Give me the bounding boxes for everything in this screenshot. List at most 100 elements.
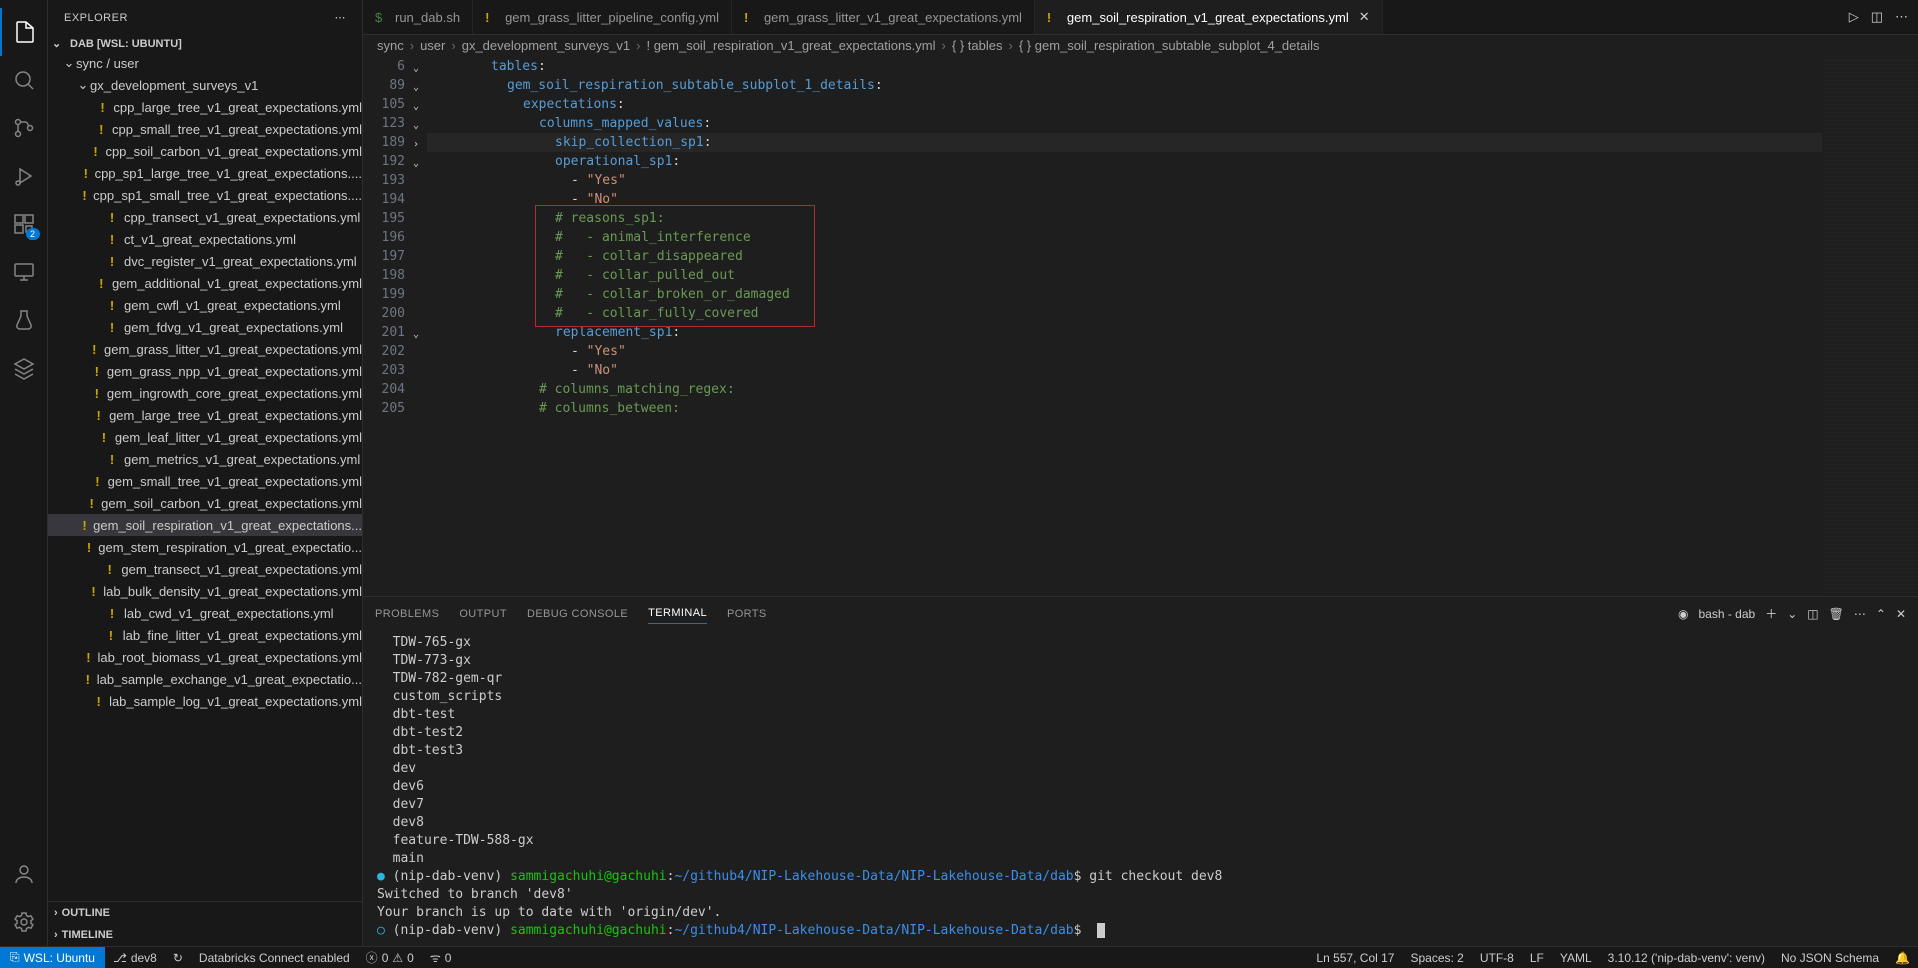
code-line[interactable]: operational_sp1: [427,152,1822,171]
tree-file[interactable]: !gem_fdvg_v1_great_expectations.yml [48,316,362,338]
code-line[interactable]: - "Yes" [427,342,1822,361]
tree-file[interactable]: !gem_large_tree_v1_great_expectations.ym… [48,404,362,426]
tree-file[interactable]: !cpp_sp1_small_tree_v1_great_expectation… [48,184,362,206]
minimap[interactable] [1822,57,1918,596]
tree-file[interactable]: !lab_cwd_v1_great_expectations.yml [48,602,362,624]
status-lang[interactable]: YAML [1552,947,1600,968]
tree-file[interactable]: !cpp_small_tree_v1_great_expectations.ym… [48,118,362,140]
status-eol[interactable]: LF [1522,947,1552,968]
status-notifications-icon[interactable]: 🔔 [1887,947,1918,968]
code-line[interactable]: # - animal_interference [427,228,1822,247]
status-branch[interactable]: ⎇ dev8 [105,947,165,968]
code-line[interactable]: - "No" [427,361,1822,380]
new-terminal-icon[interactable]: ＋ [1765,605,1777,622]
breadcrumb-segment[interactable]: { } gem_soil_respiration_subtable_subplo… [1019,38,1320,53]
tree-file[interactable]: !gem_leaf_litter_v1_great_expectations.y… [48,426,362,448]
code-line[interactable]: replacement_sp1: [427,323,1822,342]
tree-file[interactable]: !gem_ingrowth_core_great_expectations.ym… [48,382,362,404]
panel-maximize-icon[interactable]: ⌃ [1876,607,1886,621]
tree-file[interactable]: !gem_metrics_v1_great_expectations.yml [48,448,362,470]
sidebar-more-icon[interactable]: ⋯ [335,11,347,24]
status-python[interactable]: 3.10.12 ('nip-dab-venv': venv) [1600,947,1773,968]
tree-file[interactable]: !gem_soil_carbon_v1_great_expectations.y… [48,492,362,514]
code-line[interactable]: gem_soil_respiration_subtable_subplot_1_… [427,76,1822,95]
panel-tab[interactable]: OUTPUT [459,604,507,624]
terminal-output[interactable]: TDW-765-gx TDW-773-gx TDW-782-gem-qr cus… [363,630,1918,946]
code-line[interactable]: # columns_matching_regex: [427,380,1822,399]
fold-icon[interactable]: › [413,135,419,154]
tree-folder[interactable]: ⌄sync / user [48,52,362,74]
tree-file[interactable]: !lab_fine_litter_v1_great_expectations.y… [48,624,362,646]
panel-tab[interactable]: PROBLEMS [375,604,439,624]
activity-explorer-icon[interactable] [0,8,48,56]
breadcrumbs[interactable]: sync›user›gx_development_surveys_v1›! ge… [363,35,1918,57]
tree-file[interactable]: !gem_stem_respiration_v1_great_expectati… [48,536,362,558]
fold-icon[interactable]: ⌄ [413,154,419,173]
panel-tab[interactable]: PORTS [727,604,767,624]
code-line[interactable]: expectations: [427,95,1822,114]
panel-tab[interactable]: TERMINAL [648,603,707,624]
breadcrumb-segment[interactable]: gx_development_surveys_v1 [462,38,630,53]
tree-folder[interactable]: ⌄gx_development_surveys_v1 [48,74,362,96]
status-sync[interactable]: ↻ [165,947,191,968]
close-tab-icon[interactable]: ✕ [1359,9,1370,25]
kill-terminal-icon[interactable]: 🗑 [1829,607,1844,621]
activity-extensions-icon[interactable]: 2 [0,200,48,248]
outline-section[interactable]: › OUTLINE [48,902,362,924]
workspace-header[interactable]: ⌄ DAB [WSL: UBUNTU] [48,35,362,52]
tree-file[interactable]: !lab_bulk_density_v1_great_expectations.… [48,580,362,602]
code-content[interactable]: tables:gem_soil_respiration_subtable_sub… [423,57,1822,596]
timeline-section[interactable]: › TIMELINE [48,924,362,946]
tree-file[interactable]: !gem_small_tree_v1_great_expectations.ym… [48,470,362,492]
activity-testing-icon[interactable] [0,296,48,344]
status-lncol[interactable]: Ln 557, Col 17 [1308,947,1402,968]
panel-more-icon[interactable]: ⋯ [1854,607,1866,621]
status-problems[interactable]: ⓧ0 ⚠0 [358,947,422,968]
editor-tab[interactable]: !gem_soil_respiration_v1_great_expectati… [1035,0,1383,34]
code-line[interactable]: # columns_between: [427,399,1822,418]
terminal-dropdown-icon[interactable]: ⌄ [1787,607,1797,621]
breadcrumb-segment[interactable]: ! gem_soil_respiration_v1_great_expectat… [646,38,935,53]
status-ports[interactable]: ᯤ0 [422,947,460,968]
tree-file[interactable]: !cpp_transect_v1_great_expectations.yml [48,206,362,228]
editor-tab[interactable]: !gem_grass_litter_pipeline_config.yml [473,0,732,34]
tree-file[interactable]: !lab_sample_log_v1_great_expectations.ym… [48,690,362,712]
tree-file[interactable]: !gem_soil_respiration_v1_great_expectati… [48,514,362,536]
code-line[interactable]: # - collar_disappeared [427,247,1822,266]
tree-file[interactable]: !gem_cwfl_v1_great_expectations.yml [48,294,362,316]
tree-file[interactable]: !cpp_soil_carbon_v1_great_expectations.y… [48,140,362,162]
panel-tab[interactable]: DEBUG CONSOLE [527,604,628,624]
code-line[interactable]: # - collar_fully_covered [427,304,1822,323]
code-line[interactable]: skip_collection_sp1: [427,133,1822,152]
tree-file[interactable]: !lab_sample_exchange_v1_great_expectatio… [48,668,362,690]
code-line[interactable]: - "No" [427,190,1822,209]
code-line[interactable]: # - collar_pulled_out [427,266,1822,285]
status-encoding[interactable]: UTF-8 [1472,947,1522,968]
activity-settings-icon[interactable] [0,898,48,946]
activity-remote-icon[interactable] [0,248,48,296]
tree-file[interactable]: !gem_additional_v1_great_expectations.ym… [48,272,362,294]
panel-close-icon[interactable]: ✕ [1896,607,1906,621]
tree-file[interactable]: !dvc_register_v1_great_expectations.yml [48,250,362,272]
editor-tab[interactable]: $run_dab.sh [363,0,473,34]
status-spaces[interactable]: Spaces: 2 [1402,947,1471,968]
tree-file[interactable]: !cpp_sp1_large_tree_v1_great_expectation… [48,162,362,184]
fold-icon[interactable]: ⌄ [413,325,419,344]
breadcrumb-segment[interactable]: { } tables [952,38,1003,53]
code-line[interactable]: # reasons_sp1: [427,209,1822,228]
breadcrumb-segment[interactable]: user [420,38,445,53]
activity-debug-icon[interactable] [0,152,48,200]
activity-scm-icon[interactable] [0,104,48,152]
tree-file[interactable]: !gem_transect_v1_great_expectations.yml [48,558,362,580]
tree-file[interactable]: !lab_root_biomass_v1_great_expectations.… [48,646,362,668]
tree-file[interactable]: !ct_v1_great_expectations.yml [48,228,362,250]
fold-icon[interactable]: ⌄ [413,97,419,116]
code-line[interactable]: # - collar_broken_or_damaged [427,285,1822,304]
activity-account-icon[interactable] [0,850,48,898]
code-line[interactable]: columns_mapped_values: [427,114,1822,133]
editor-tab[interactable]: !gem_grass_litter_v1_great_expectations.… [732,0,1035,34]
run-icon[interactable]: ▷ [1849,9,1859,25]
split-icon[interactable]: ◫ [1871,9,1883,25]
terminal-shell-label[interactable]: bash - dab [1699,607,1756,621]
code-line[interactable]: tables: [427,57,1822,76]
